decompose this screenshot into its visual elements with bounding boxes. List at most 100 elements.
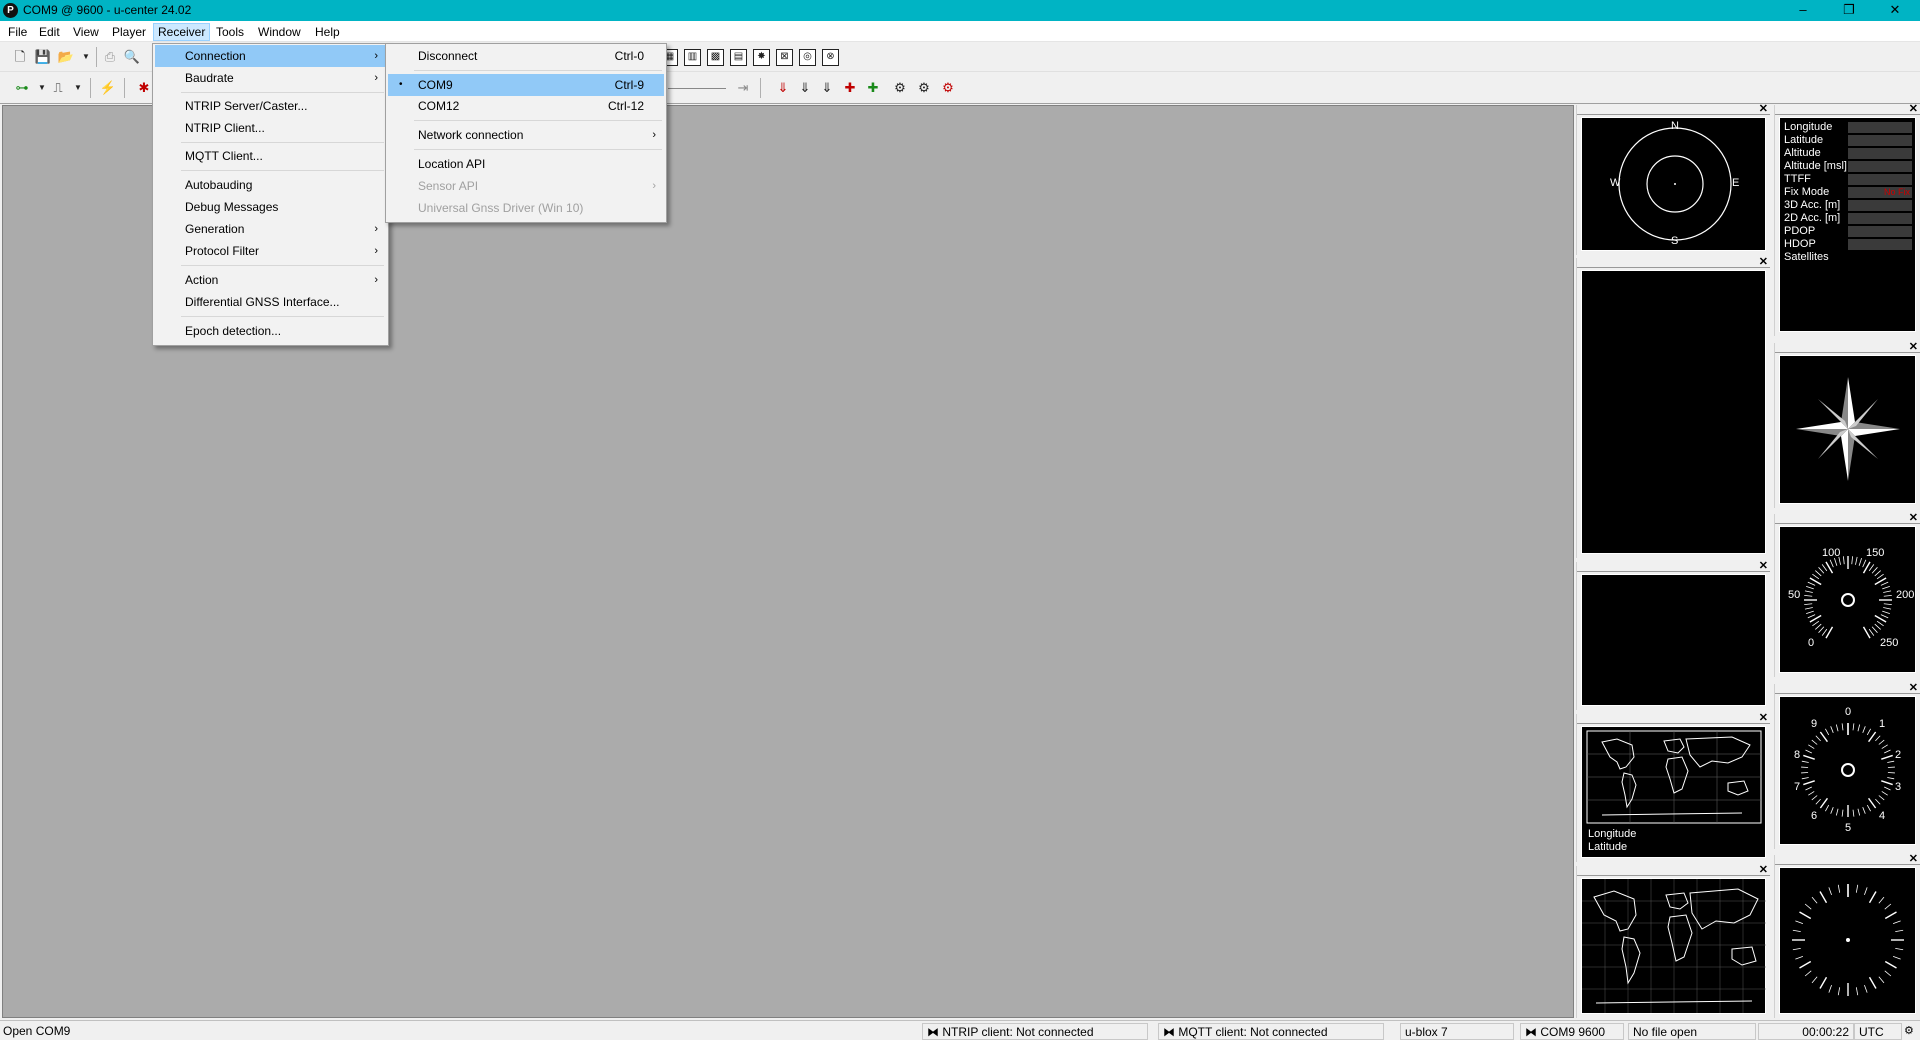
gauge-tick <box>1821 564 1828 572</box>
gnss-h-icon[interactable]: ⇓ <box>773 78 793 98</box>
gauge-tick <box>1868 891 1877 904</box>
menu-file[interactable]: File <box>4 23 31 41</box>
gauge-tick <box>1884 960 1897 969</box>
gauge-tick <box>1881 780 1893 786</box>
player-end-icon[interactable]: ⇥ <box>733 78 753 98</box>
submenu-arrow-icon: › <box>374 50 378 62</box>
close-icon[interactable]: ✕ <box>1909 102 1918 115</box>
view-window-icon-3[interactable]: ▩ <box>707 49 724 66</box>
data-screen: Longitude Latitude Altitude Altitude [ms… <box>1779 117 1916 332</box>
clock-gauge-screen: 0 1 2 3 4 5 6 7 8 9 <box>1779 696 1916 845</box>
ntrip-status-text: NTRIP client: Not connected <box>942 1025 1094 1039</box>
menu-player[interactable]: Player <box>108 23 150 41</box>
gnss-c-icon[interactable]: ⇓ <box>817 78 837 98</box>
gauge-tick <box>1812 620 1820 627</box>
gnss-w-icon[interactable]: ⇓ <box>795 78 815 98</box>
view-window-icon-2[interactable]: ▥ <box>684 49 701 66</box>
print-preview-icon[interactable]: 🔍 <box>122 47 142 67</box>
menu-item-disconnect[interactable]: Disconnect Ctrl-0 <box>388 45 664 67</box>
menu-item-autobauding[interactable]: Autobauding <box>155 174 386 196</box>
mqtt-connector-icon: ⧓ <box>1163 1025 1179 1039</box>
menu-separator <box>181 142 384 143</box>
menu-item-protocol-filter[interactable]: Protocol Filter › <box>155 240 386 262</box>
config-gear-icon-3[interactable]: ⚙ <box>938 78 958 98</box>
close-button[interactable]: ✕ <box>1872 0 1918 21</box>
connect-icon[interactable]: ⊶ <box>12 78 32 98</box>
close-icon[interactable]: ✕ <box>1759 255 1768 268</box>
baudrate-dropdown-icon[interactable]: ▼ <box>68 78 88 98</box>
menu-item-connection[interactable]: Connection › <box>155 45 386 67</box>
menu-item-epoch-detection[interactable]: Epoch detection... <box>155 320 386 342</box>
player-slider[interactable] <box>668 88 726 89</box>
menu-item-ntrip-server[interactable]: NTRIP Server/Caster... <box>155 95 386 117</box>
view-window-icon-4[interactable]: ▤ <box>730 49 747 66</box>
view-window-icon-8[interactable]: ⊗ <box>822 49 839 66</box>
menu-edit[interactable]: Edit <box>35 23 64 41</box>
gauge-tick <box>1883 590 1892 593</box>
receiver-reset-icon[interactable]: ✚ <box>840 78 860 98</box>
close-icon[interactable]: ✕ <box>1759 102 1768 115</box>
gauge-tick <box>1830 807 1834 814</box>
menu-item-dgnss-interface[interactable]: Differential GNSS Interface... <box>155 291 386 313</box>
menu-receiver[interactable]: Receiver <box>153 23 211 41</box>
menu-item-location-api[interactable]: Location API <box>388 153 664 175</box>
menu-item-com12[interactable]: COM12 Ctrl-12 <box>388 95 664 117</box>
settings-gear-icon[interactable]: ⚙ <box>1904 1023 1918 1040</box>
menu-item-generation[interactable]: Generation › <box>155 218 386 240</box>
gauge-tick <box>1868 731 1877 743</box>
view-window-icon-5[interactable]: ✸ <box>753 49 770 66</box>
sky-view-screen: N S E W <box>1581 117 1766 251</box>
gauge-tick <box>1799 911 1812 920</box>
view-window-icon-6[interactable]: ⊠ <box>776 49 793 66</box>
save-icon[interactable]: 💾 <box>33 47 53 67</box>
print-icon[interactable]: ⎙ <box>100 47 120 67</box>
menu-item-com9[interactable]: • COM9 Ctrl-9 <box>388 74 664 96</box>
sky-south-label: S <box>1671 235 1679 247</box>
gauge-tick <box>1852 723 1855 731</box>
menu-separator <box>181 92 384 93</box>
gauge-tick <box>1857 724 1861 732</box>
config-gear-icon-1[interactable]: ⚙ <box>890 78 910 98</box>
close-icon[interactable]: ✕ <box>1909 852 1918 865</box>
menu-item-debug-messages[interactable]: Debug Messages <box>155 196 386 218</box>
dropdown-arrow-icon[interactable]: ▼ <box>76 47 96 67</box>
maximize-button[interactable]: ❐ <box>1826 0 1872 21</box>
speed-gauge-screen: 100 150 50 200 0 250 <box>1779 526 1916 673</box>
data-label: 2D Acc. [m] <box>1784 212 1841 224</box>
gauge-tick <box>1792 929 1801 933</box>
menu-help[interactable]: Help <box>311 23 344 41</box>
clock-tick-label: 7 <box>1794 781 1801 793</box>
receiver-start-icon[interactable]: ✚ <box>863 78 883 98</box>
menu-item-baudrate[interactable]: Baudrate › <box>155 67 386 89</box>
close-icon[interactable]: ✕ <box>1909 340 1918 353</box>
gauge-tick <box>1815 623 1822 630</box>
menu-item-mqtt-client[interactable]: MQTT Client... <box>155 145 386 167</box>
close-icon[interactable]: ✕ <box>1909 511 1918 524</box>
new-file-icon[interactable]: 🗋 <box>10 47 30 67</box>
menu-item-action[interactable]: Action › <box>155 269 386 291</box>
clock-tick-label: 1 <box>1879 718 1886 730</box>
menu-tools[interactable]: Tools <box>212 23 248 41</box>
close-icon[interactable]: ✕ <box>1759 711 1768 724</box>
menu-window[interactable]: Window <box>254 23 305 41</box>
menu-item-network-connection[interactable]: Network connection › <box>388 124 664 146</box>
gauge-tick <box>1828 984 1832 993</box>
autobaud-wand-icon[interactable]: ⚡ <box>98 78 118 98</box>
config-gear-icon-2[interactable]: ⚙ <box>914 78 934 98</box>
gauge-tick <box>1818 567 1825 574</box>
speed-tick-label: 50 <box>1788 589 1801 601</box>
menu-separator <box>414 149 662 150</box>
view-window-icon-7[interactable]: ◎ <box>799 49 816 66</box>
minimize-button[interactable]: – <box>1780 0 1826 21</box>
menu-item-label: Connection <box>185 49 246 63</box>
debug-bug-icon[interactable]: ✱ <box>134 78 154 98</box>
signal-panel: ✕ <box>1576 255 1770 558</box>
menu-item-ntrip-client[interactable]: NTRIP Client... <box>155 117 386 139</box>
compass-screen <box>1779 355 1916 504</box>
close-icon[interactable]: ✕ <box>1909 681 1918 694</box>
open-folder-icon[interactable]: 📂 <box>56 47 76 67</box>
baudrate-icon[interactable]: ⎍ <box>48 78 68 98</box>
menu-view[interactable]: View <box>69 23 103 41</box>
close-icon[interactable]: ✕ <box>1759 863 1768 876</box>
close-icon[interactable]: ✕ <box>1759 559 1768 572</box>
